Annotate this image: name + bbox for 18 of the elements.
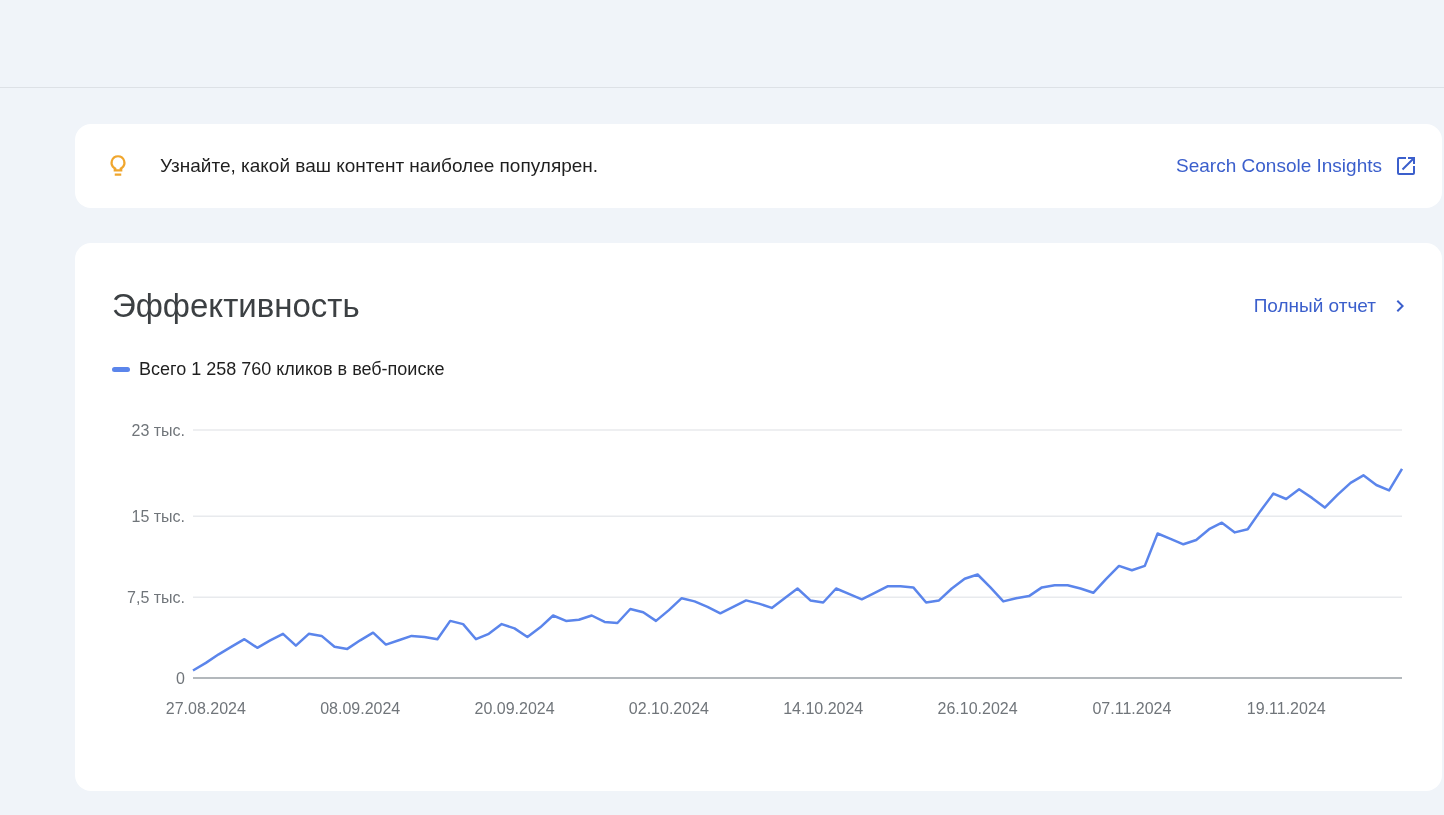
x-tick-label: 02.10.2024	[628, 700, 709, 717]
insight-text: Узнайте, какой ваш контент наиболее популярен.	[160, 155, 600, 177]
insights-link[interactable]: Search Console Insights	[1176, 154, 1418, 178]
x-tick-label: 07.11.2024	[1092, 700, 1172, 717]
full-report-link[interactable]: Полный отчет	[1253, 294, 1412, 318]
y-tick-label: 15 тыс.	[131, 508, 185, 526]
x-tick-label: 19.11.2024	[1246, 700, 1326, 717]
y-tick-label: 23 тыс.	[131, 422, 185, 439]
x-tick-label: 26.10.2024	[937, 700, 1018, 717]
x-tick-label: 14.10.2024	[783, 700, 864, 717]
y-tick-label: 7,5 тыс.	[127, 589, 185, 607]
x-tick-label: 20.09.2024	[474, 700, 555, 717]
open-in-new-icon[interactable]	[1394, 154, 1418, 178]
x-tick-label: 08.09.2024	[320, 700, 401, 717]
y-tick-label: 0	[176, 670, 185, 687]
legend-label: Всего 1 258 760 кликов в веб-поиске	[139, 359, 445, 380]
x-tick-label: 27.08.2024	[165, 700, 246, 717]
card-title: Эффективность	[112, 287, 360, 325]
